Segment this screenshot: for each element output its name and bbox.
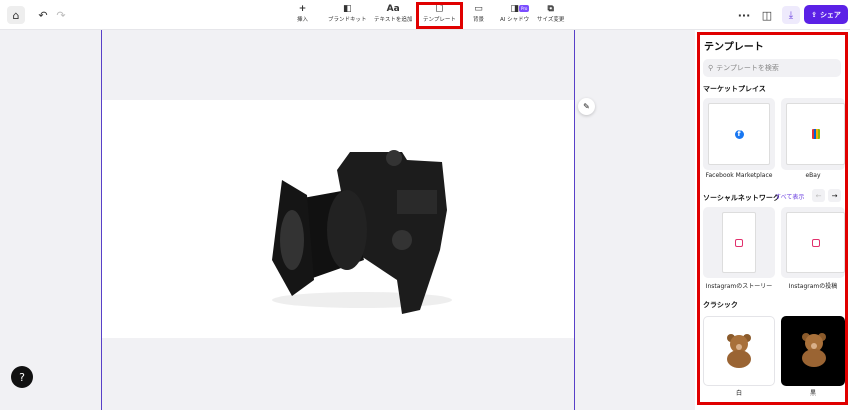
template-search-input[interactable]: ⚲ テンプレートを検索 bbox=[703, 59, 841, 77]
tool-resize[interactable]: ⧉ サイズ変更 bbox=[537, 4, 564, 26]
scroll-left-button[interactable]: ← bbox=[812, 189, 825, 202]
tool-label: テキストを追加 bbox=[374, 17, 413, 23]
share-label: シェア bbox=[819, 10, 841, 19]
more-icon[interactable]: ··· bbox=[735, 6, 753, 24]
arrow-left-icon: ← bbox=[815, 191, 822, 200]
plus-icon: + bbox=[298, 4, 307, 14]
undo-icon[interactable]: ↶ bbox=[34, 6, 52, 24]
template-caption: 白 bbox=[735, 390, 742, 397]
layout-icon[interactable]: ◫ bbox=[758, 6, 776, 24]
magic-edit-icon: ✎ bbox=[583, 102, 590, 111]
page-border-right bbox=[574, 30, 575, 410]
tool-label: 背景 bbox=[473, 17, 485, 23]
template-black[interactable] bbox=[781, 316, 845, 386]
facebook-icon: f bbox=[734, 129, 744, 139]
arrow-right-icon: → bbox=[831, 191, 838, 200]
background-icon: ▭ bbox=[474, 4, 483, 14]
search-icon: ⚲ bbox=[708, 64, 714, 72]
text-icon: Aa bbox=[386, 4, 400, 14]
panel-title: テンプレート bbox=[704, 42, 764, 53]
tool-label: ブランドキット bbox=[328, 17, 367, 23]
resize-icon: ⧉ bbox=[547, 4, 554, 14]
section-social-title: ソーシャルネットワーク bbox=[703, 194, 780, 202]
ebay-icon bbox=[811, 129, 820, 139]
search-placeholder: テンプレートを検索 bbox=[716, 64, 779, 72]
brand-kit-icon: ◧ bbox=[343, 4, 352, 14]
tool-insert[interactable]: + 挿入 bbox=[297, 4, 308, 26]
scroll-right-button[interactable]: → bbox=[828, 189, 841, 202]
template-caption: Instagramの投稿 bbox=[788, 283, 838, 290]
template-instagram-story[interactable] bbox=[703, 207, 775, 278]
help-icon: ? bbox=[19, 370, 25, 384]
download-icon: ⤓ bbox=[788, 9, 794, 21]
share-button[interactable]: ⇪ シェア bbox=[804, 5, 848, 24]
tool-label: 挿入 bbox=[297, 17, 309, 23]
see-all-link[interactable]: すべて表示 bbox=[775, 192, 804, 201]
download-button[interactable]: ⤓ bbox=[782, 6, 800, 24]
help-button[interactable]: ? bbox=[11, 366, 33, 388]
tool-brand-kit[interactable]: ◧ ブランドキット bbox=[328, 4, 367, 26]
template-facebook-marketplace[interactable]: f bbox=[703, 98, 775, 170]
teddy-bear-image bbox=[727, 334, 751, 368]
share-icon: ⇪ bbox=[811, 10, 817, 19]
pro-badge: Pro bbox=[519, 5, 530, 12]
section-classic-title: クラシック bbox=[703, 301, 738, 309]
template-caption: eBay bbox=[805, 172, 821, 179]
product-photo[interactable] bbox=[102, 100, 574, 338]
top-toolbar: ⌂ ↶ ↷ + 挿入 ◧ ブランドキット Aa テキストを追加 🗋 テンプレート ▭ 背景… bbox=[0, 0, 850, 30]
template-caption: 黒 bbox=[809, 390, 816, 397]
tool-background[interactable]: ▭ 背景 bbox=[473, 4, 484, 26]
instagram-icon bbox=[811, 238, 820, 247]
ai-shadow-icon: ◨ bbox=[510, 4, 519, 14]
section-marketplace-title: マーケットプレイス bbox=[703, 85, 766, 93]
tool-label: サイズ変更 bbox=[537, 17, 565, 23]
template-ebay[interactable] bbox=[781, 98, 845, 170]
home-icon[interactable]: ⌂ bbox=[7, 6, 25, 24]
template-caption: Facebook Marketplace bbox=[705, 172, 773, 179]
teddy-bear-image bbox=[802, 333, 826, 367]
template-white[interactable] bbox=[703, 316, 775, 386]
redo-icon[interactable]: ↷ bbox=[52, 6, 70, 24]
instagram-icon bbox=[735, 238, 743, 247]
template-caption: Instagramのストーリー bbox=[705, 283, 773, 290]
camera-image bbox=[272, 150, 452, 314]
tool-label: AI シャドウ bbox=[500, 17, 530, 23]
edit-image-button[interactable]: ✎ bbox=[578, 98, 595, 115]
highlight-box bbox=[416, 2, 463, 29]
tool-add-text[interactable]: Aa テキストを追加 bbox=[374, 4, 412, 26]
template-instagram-post[interactable] bbox=[781, 207, 845, 278]
